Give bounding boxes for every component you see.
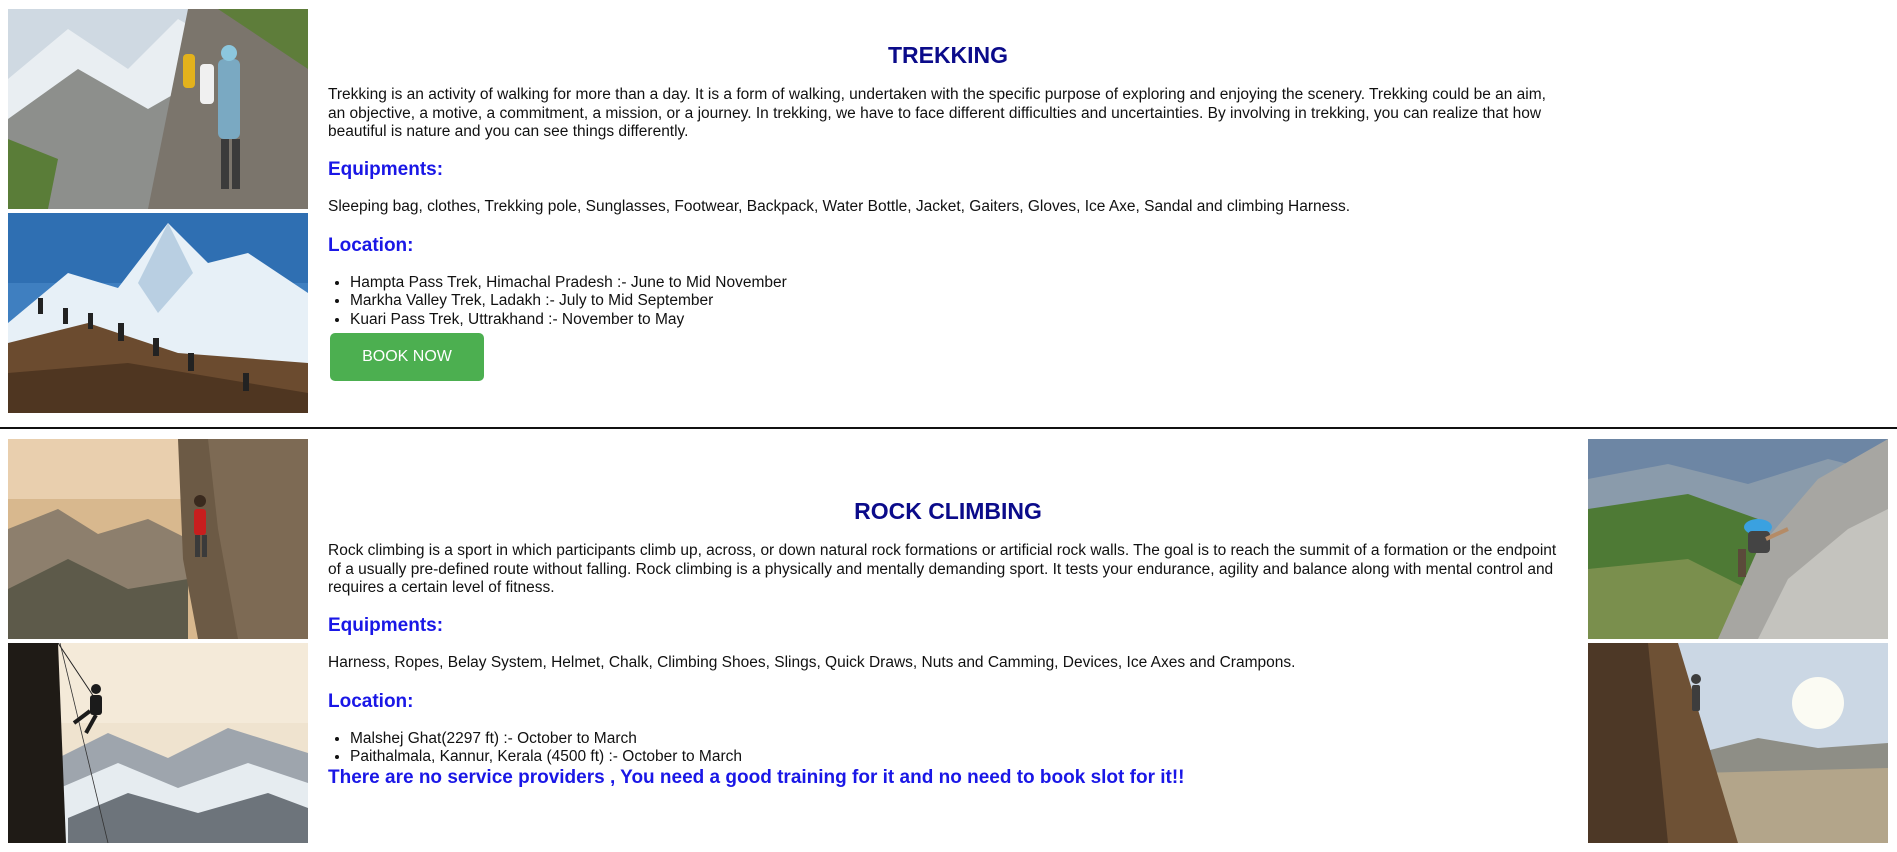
rock-climbing-section: ROCK CLIMBING Rock climbing is a sport i… bbox=[0, 428, 1897, 848]
trekking-photo-trail bbox=[8, 9, 308, 209]
location-heading: Location: bbox=[328, 691, 414, 712]
list-item: Paithalmala, Kannur, Kerala (4500 ft) :-… bbox=[350, 748, 742, 766]
climbing-content: ROCK CLIMBING Rock climbing is a sport i… bbox=[328, 428, 1556, 848]
equipments-list: Sleeping bag, clothes, Trekking pole, Su… bbox=[328, 198, 1351, 215]
page-title: TREKKING bbox=[887, 42, 1009, 68]
trekking-description: Trekking is an activity of walking for m… bbox=[328, 86, 1546, 140]
trekking-photo-snow-peak bbox=[8, 213, 308, 413]
climbing-photo-slab bbox=[1588, 439, 1888, 639]
section-title: ROCK CLIMBING bbox=[854, 498, 1042, 524]
equipments-heading: Equipments: bbox=[328, 615, 444, 636]
list-item: Markha Valley Trek, Ladakh :- July to Mi… bbox=[350, 292, 787, 310]
location-list: Malshej Ghat(2297 ft) :- October to Marc… bbox=[328, 730, 742, 767]
equipments-list: Harness, Ropes, Belay System, Helmet, Ch… bbox=[328, 654, 1296, 671]
trekking-section: TREKKING Trekking is an activity of walk… bbox=[0, 0, 1897, 429]
equipments-heading: Equipments: bbox=[328, 159, 444, 180]
climbing-photo-sun-cliff bbox=[1588, 643, 1888, 843]
no-booking-notice: There are no service providers , You nee… bbox=[328, 767, 1185, 788]
list-item: Malshej Ghat(2297 ft) :- October to Marc… bbox=[350, 730, 742, 748]
list-item: Kuari Pass Trek, Uttrakhand :- November … bbox=[350, 311, 787, 329]
climbing-photo-cliff-sunset bbox=[8, 439, 308, 639]
trekking-content: TREKKING Trekking is an activity of walk… bbox=[328, 0, 1553, 428]
climbing-photo-rappel bbox=[8, 643, 308, 843]
list-item: Hampta Pass Trek, Himachal Pradesh :- Ju… bbox=[350, 274, 787, 292]
location-heading: Location: bbox=[328, 235, 414, 256]
climbing-description: Rock climbing is a sport in which partic… bbox=[328, 542, 1557, 596]
location-list: Hampta Pass Trek, Himachal Pradesh :- Ju… bbox=[328, 274, 787, 329]
book-now-button[interactable]: BOOK NOW bbox=[330, 333, 484, 381]
